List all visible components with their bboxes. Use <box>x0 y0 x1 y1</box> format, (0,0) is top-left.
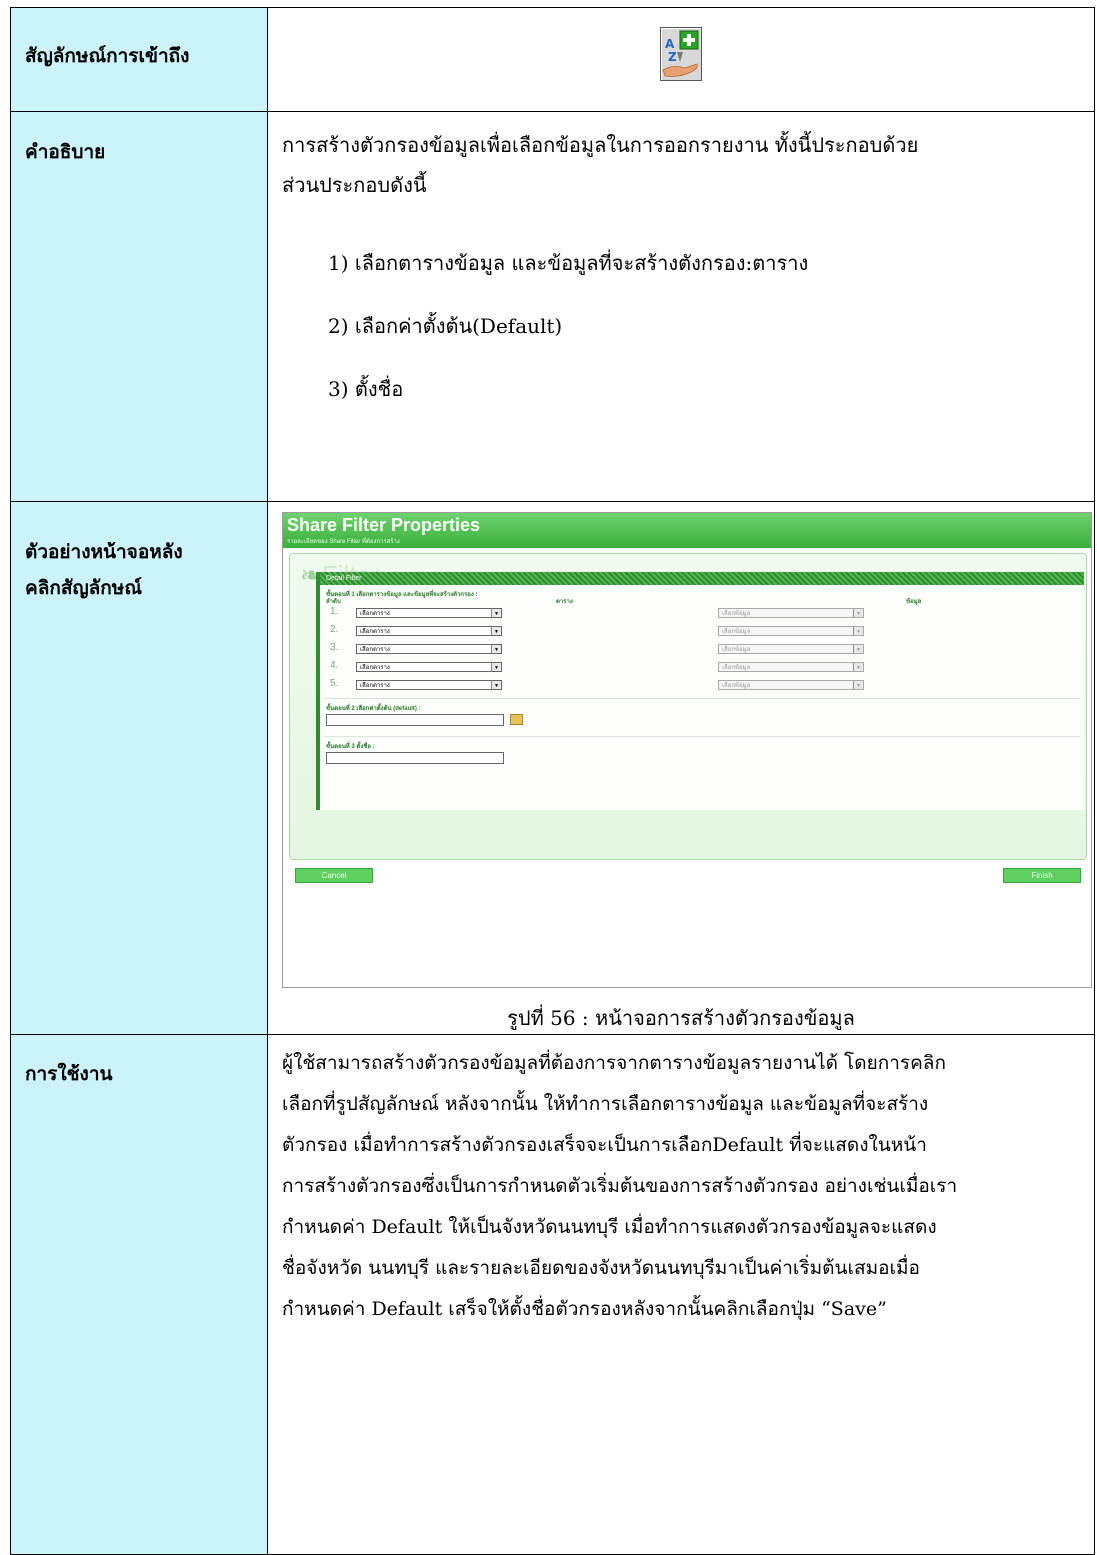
divider <box>324 736 1080 737</box>
chevron-down-icon: ▼ <box>491 681 501 689</box>
row-number: 3. <box>330 642 339 653</box>
step3-label: ขั้นตอนที่ 3 ตั้งชื่อ : <box>326 744 375 750</box>
row-label: การใช้งาน <box>25 1063 113 1085</box>
usage-line: กำหนดค่า Default เสร็จให้ตั้งชื่อตัวกรอง… <box>282 1298 887 1320</box>
table-select[interactable]: เลือกตาราง ▼ <box>356 626 502 636</box>
description-line: การสร้างตัวกรองข้อมูลเพื่อเลือกข้อมูลในก… <box>282 133 919 157</box>
label-cell: สัญลักษณ์การเข้าถึง <box>10 7 268 112</box>
col-table-header: ตาราง <box>556 599 573 605</box>
data-select[interactable]: เลือกข้อมูล ▼ <box>718 626 864 636</box>
usage-line: กำหนดค่า Default ให้เป็นจังหวัดนนทบุรี เ… <box>282 1216 937 1238</box>
label-cell: ตัวอย่างหน้าจอหลัง คลิกสัญลักษณ์ <box>10 501 268 1035</box>
table-select[interactable]: เลือกตาราง ▼ <box>356 662 502 672</box>
cancel-button[interactable]: Cancel <box>295 868 373 883</box>
row-label: สัญลักษณ์การเข้าถึง <box>25 45 190 67</box>
table-select[interactable]: เลือกตาราง ▼ <box>356 680 502 690</box>
usage-cell: ผู้ใช้สามารถสร้างตัวกรองข้อมูลที่ต้องการ… <box>267 1034 1095 1555</box>
default-value-input[interactable] <box>326 714 504 726</box>
step1-label: ขั้นตอนที่ 1 เลือกตารางข้อมูล และข้อมูลท… <box>326 592 478 598</box>
screenshot-cell: Share Filter Properties รายละเอียดของ Sh… <box>267 501 1095 1035</box>
data-select[interactable]: เลือกข้อมูล ▼ <box>718 644 864 654</box>
data-select[interactable]: เลือกข้อมูล ▼ <box>718 662 864 672</box>
screenshot-subtitle: รายละเอียดของ Share Filter ที่ต้องการสร้… <box>287 539 400 545</box>
row-description: คำอธิบาย การสร้างตัวกรองข้อมูลเพื่อเลือก… <box>10 111 1095 502</box>
chevron-down-icon: ▼ <box>853 663 863 671</box>
chevron-down-icon: ▼ <box>491 609 501 617</box>
chevron-down-icon: ▼ <box>853 681 863 689</box>
row-label: ตัวอย่างหน้าจอหลัง <box>25 541 183 563</box>
table-select[interactable]: เลือกตาราง ▼ <box>356 644 502 654</box>
usage-line: ผู้ใช้สามารถสร้างตัวกรองข้อมูลที่ต้องการ… <box>282 1052 946 1074</box>
svg-text:Z: Z <box>668 50 677 64</box>
data-select[interactable]: เลือกข้อมูล ▼ <box>718 680 864 690</box>
description-cell: การสร้างตัวกรองข้อมูลเพื่อเลือกข้อมูลในก… <box>267 111 1095 502</box>
chevron-down-icon: ▼ <box>853 645 863 653</box>
row-label: คลิกสัญลักษณ์ <box>25 577 142 599</box>
row-number: 4. <box>330 660 339 671</box>
row-screenshot: ตัวอย่างหน้าจอหลัง คลิกสัญลักษณ์ Share F… <box>10 501 1095 1035</box>
row-number: 5. <box>330 678 339 689</box>
description-item: 1) เลือกตารางข้อมูล และข้อมูลที่จะสร้างต… <box>328 251 809 275</box>
usage-line: การสร้างตัวกรองซึ่งเป็นการกำหนดตัวเริ่มต… <box>282 1175 958 1197</box>
chevron-down-icon: ▼ <box>853 627 863 635</box>
folder-icon[interactable] <box>510 714 523 725</box>
col-order-header: ลำดับ <box>326 599 341 605</box>
row-number: 1. <box>330 606 339 617</box>
label-cell: การใช้งาน <box>10 1034 268 1555</box>
description-item: 2) เลือกค่าตั้งต้น(Default) <box>328 314 563 338</box>
step2-label: ขั้นตอนที่ 2 เลือกค่าตั้งต้น (default) : <box>326 706 421 712</box>
section-header: Detail Filter <box>320 572 1084 585</box>
screenshot-header: Share Filter Properties รายละเอียดของ Sh… <box>283 513 1091 548</box>
access-symbol-table: สัญลักษณ์การเข้าถึง A Z คำอธิบาย การสร้า… <box>10 7 1095 1555</box>
row-label: คำอธิบาย <box>25 141 106 163</box>
row-number: 2. <box>330 624 339 635</box>
table-select[interactable]: เลือกตาราง ▼ <box>356 608 502 618</box>
screenshot-share-filter: Share Filter Properties รายละเอียดของ Sh… <box>282 512 1092 988</box>
finish-button[interactable]: Finish <box>1003 868 1081 883</box>
data-select[interactable]: เลือกข้อมูล ▼ <box>718 608 864 618</box>
figure-caption: รูปที่ 56 : หน้าจอการสร้างตัวกรองข้อมูล <box>507 1006 855 1030</box>
label-cell: คำอธิบาย <box>10 111 268 502</box>
chevron-down-icon: ▼ <box>491 663 501 671</box>
divider <box>324 698 1080 699</box>
col-data-header: ข้อมูล <box>906 599 922 605</box>
description-item: 3) ตั้งชื่อ <box>328 377 404 401</box>
screenshot-title: Share Filter Properties <box>287 515 481 535</box>
detail-filter-section: Detail Filter ขั้นตอนที่ 1 เลือกตารางข้อ… <box>316 572 1084 810</box>
chevron-down-icon: ▼ <box>491 627 501 635</box>
usage-line: ชื่อจังหวัด นนทบุรี และรายละเอียดของจังห… <box>282 1257 920 1279</box>
filter-name-input[interactable] <box>326 752 504 764</box>
usage-line: เลือกที่รูปสัญลักษณ์ หลังจากนั้น ให้ทำกา… <box>282 1093 929 1115</box>
svg-text:A: A <box>665 37 675 51</box>
usage-line: ตัวกรอง เมื่อทำการสร้างตัวกรองเสร็จจะเป็… <box>282 1134 927 1156</box>
filter-panel: ❧Filter Detail Filter ขั้นตอนที่ 1 เลือก… <box>289 553 1087 860</box>
chevron-down-icon: ▼ <box>491 645 501 653</box>
icon-cell: A Z <box>267 7 1095 112</box>
chevron-down-icon: ▼ <box>853 609 863 617</box>
row-access-symbol: สัญลักษณ์การเข้าถึง A Z <box>10 7 1095 112</box>
usage-text: ผู้ใช้สามารถสร้างตัวกรองข้อมูลที่ต้องการ… <box>268 1035 1094 1330</box>
az-add-filter-icon: A Z <box>660 27 702 81</box>
description-line: ส่วนประกอบดังนี้ <box>282 173 427 197</box>
row-usage: การใช้งาน ผู้ใช้สามารถสร้างตัวกรองข้อมูล… <box>10 1034 1095 1555</box>
